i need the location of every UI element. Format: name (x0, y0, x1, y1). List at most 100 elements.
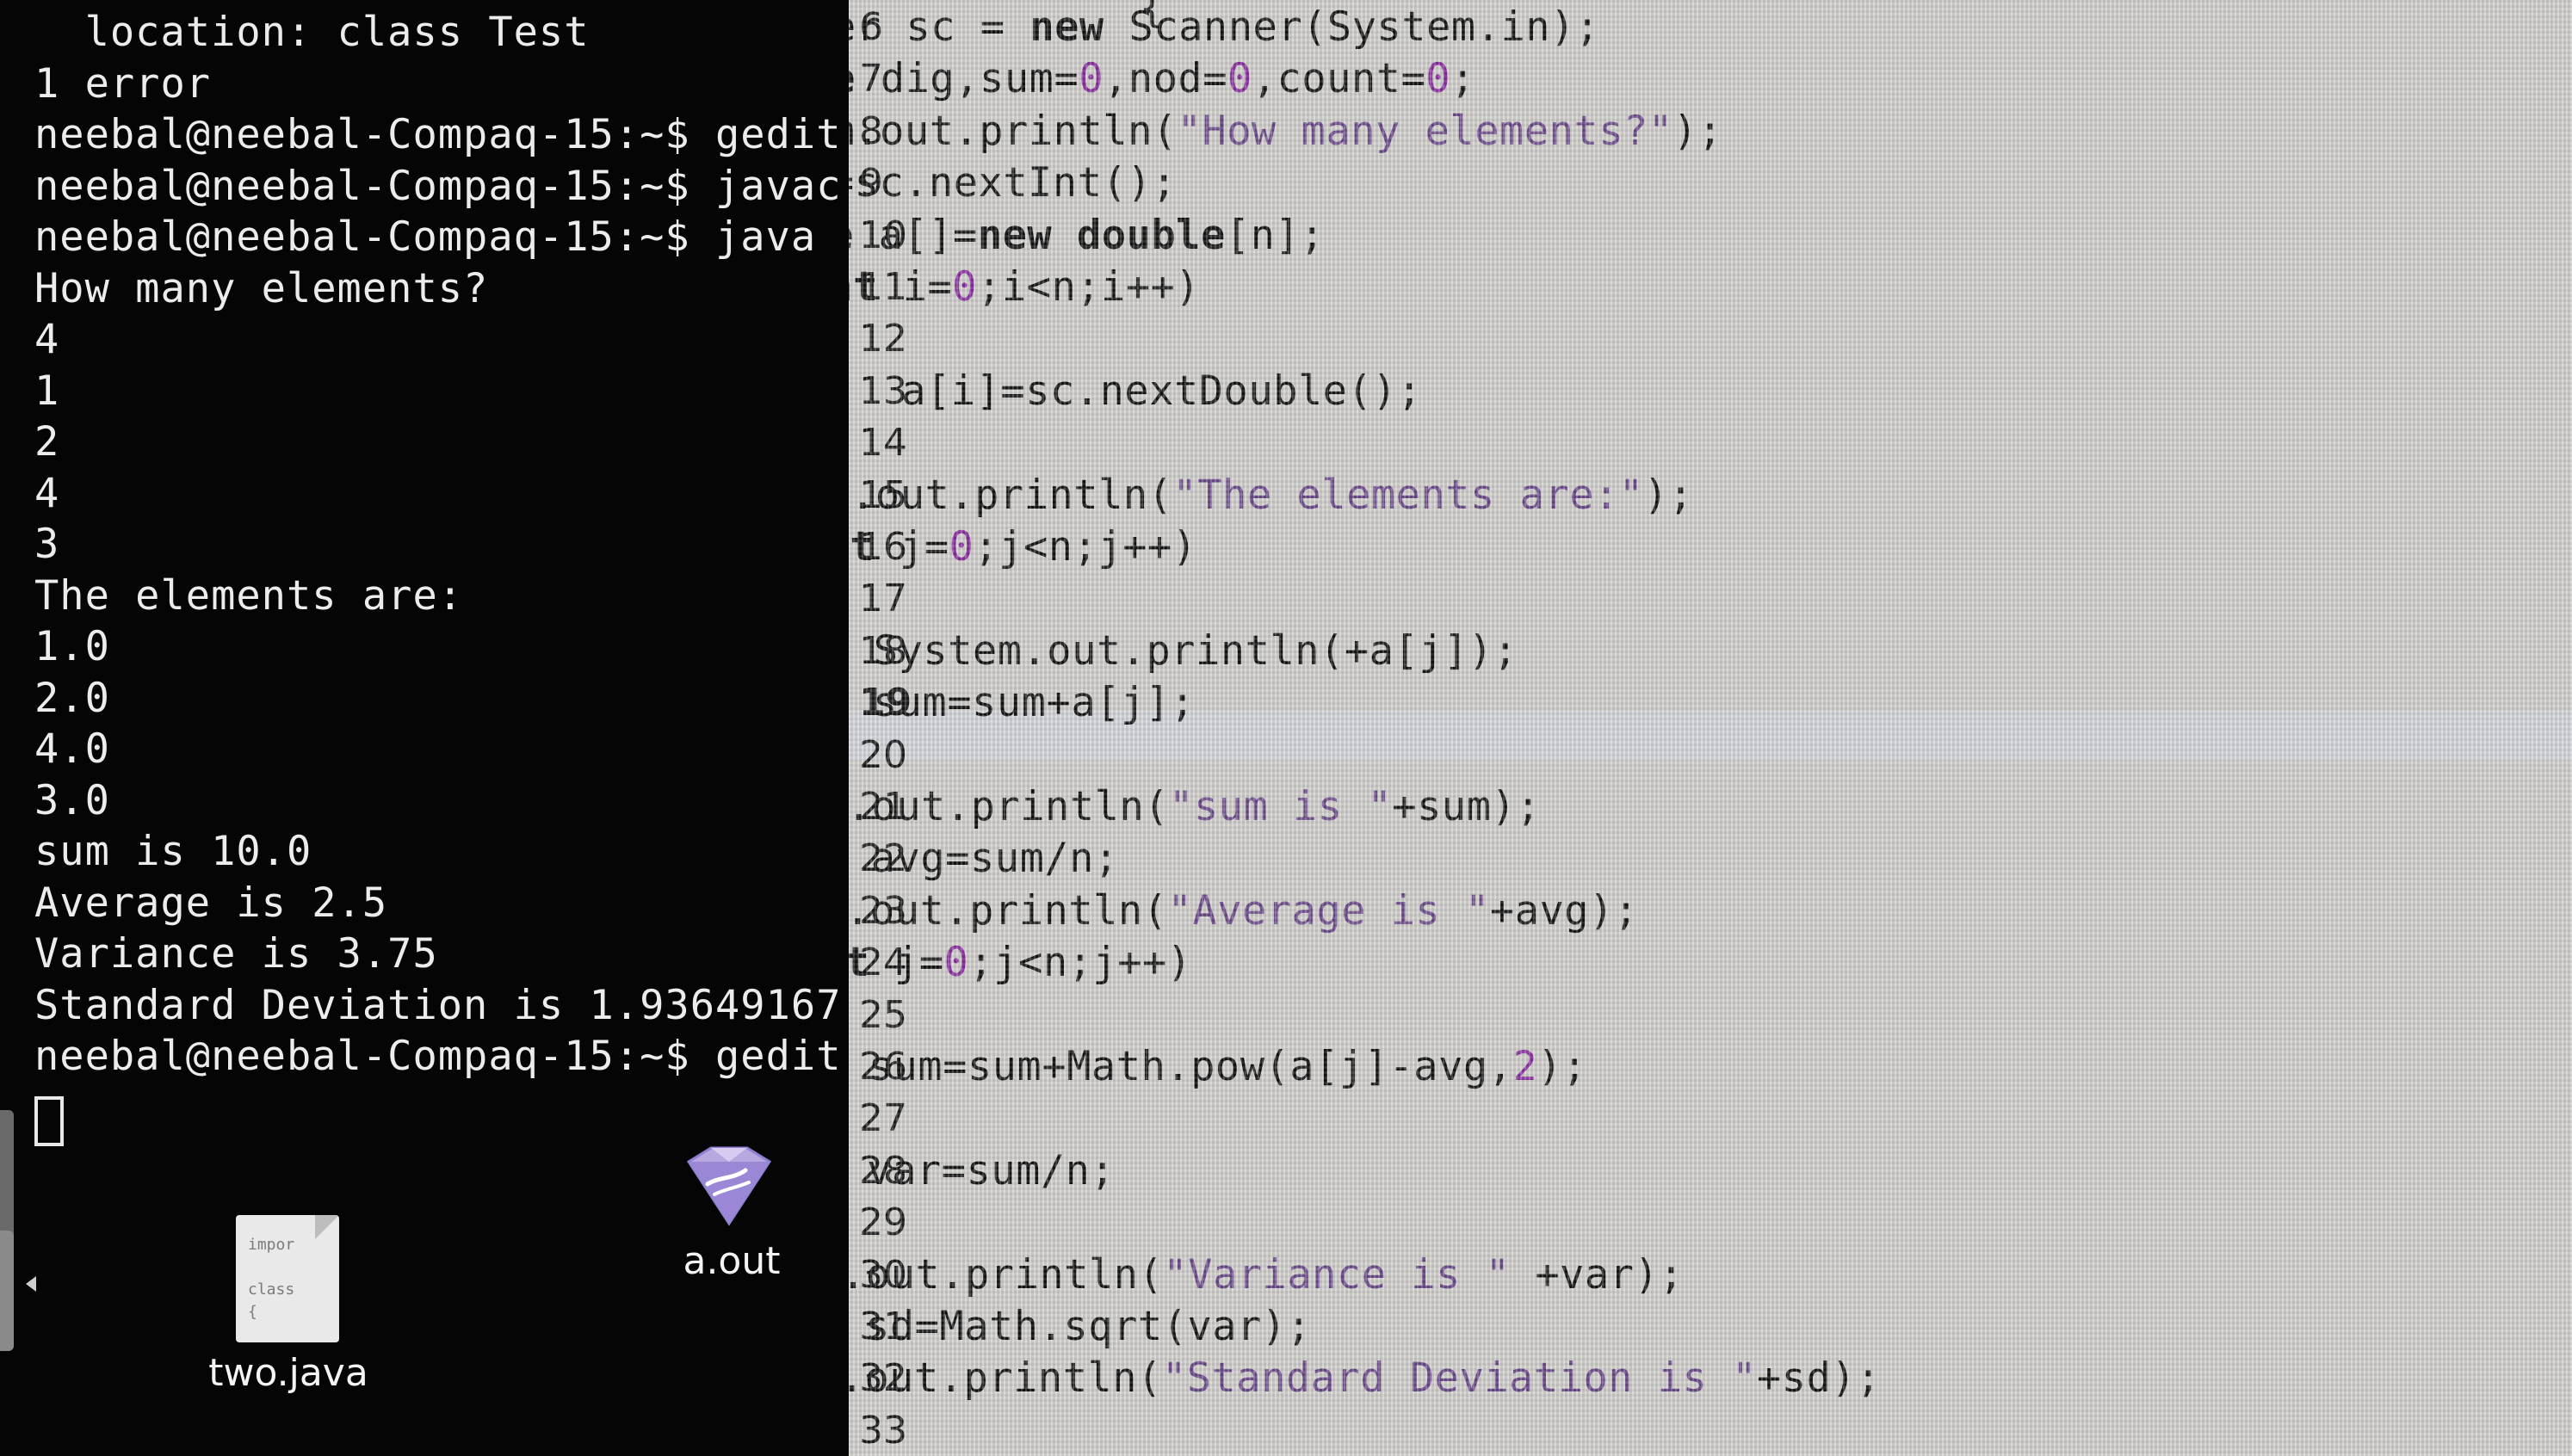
launcher-arrow-icon (26, 1276, 36, 1292)
code-line[interactable]: for(int j=0;j<n;j++) (849, 521, 1197, 573)
terminal-line: 2.0 (34, 674, 110, 722)
code-line[interactable]: double avg=sum/n; (849, 833, 1119, 885)
terminal-line: 1.0 (34, 623, 110, 670)
code-token: System.out.println( (849, 1354, 1162, 1403)
code-token: ; (1450, 55, 1475, 103)
string-token: "Variance is " (1163, 1250, 1511, 1299)
executable-gem-icon[interactable] (673, 1144, 785, 1227)
code-line[interactable]: System.out.println("How many elements?")… (849, 106, 1722, 157)
terminal-line: 3.0 (34, 776, 110, 824)
terminal-line: 2 (34, 418, 60, 466)
code-line[interactable]: sum=sum+a[j]; (849, 677, 1195, 729)
code-line[interactable]: System.out.println("The elements are:"); (849, 470, 1693, 521)
terminal-line: 1 error (34, 59, 212, 108)
java-file-icon[interactable]: impor class { (236, 1215, 339, 1342)
code-line[interactable]: double sd=Math.sqrt(var); (849, 1301, 1311, 1353)
terminal-line: 4 (34, 316, 60, 363)
code-token: sum=sum+Math.pow(a[j]-avg, (868, 1043, 1513, 1090)
terminal-line: Standard Deviation is 1.93649167 (34, 981, 842, 1029)
terminal-line: sum is 10.0 (34, 828, 312, 875)
code-line[interactable]: System.out.println(+a[j]); (849, 626, 1518, 677)
code-token: ,count= (1252, 55, 1426, 103)
number-token: 0 (943, 939, 969, 987)
terminal-cursor (34, 1096, 64, 1146)
gedit-editor[interactable]: { 6 7 8 9 10 11 12 13 14 15 16 17 18 19 20 21 22 23 24 25 26… (849, 0, 2572, 1456)
launcher-edge-lower[interactable] (0, 1231, 14, 1351)
line-number: 29 (859, 1200, 907, 1245)
line-number: 20 (859, 732, 907, 777)
keyword-token: int (849, 939, 870, 987)
code-token: ); (1537, 1043, 1587, 1090)
terminal-line: location: class Test (34, 9, 590, 56)
code-token: +avg); (1489, 886, 1639, 935)
code-line[interactable]: System.out.println("Variance is " +var); (849, 1249, 1684, 1301)
code-token: System.out.println( (849, 783, 1170, 830)
terminal-line: Variance is 3.75 (34, 930, 438, 978)
line-number: 25 (859, 992, 907, 1037)
code-token: ;i<n;i++) (977, 263, 1201, 311)
string-token: "Standard Deviation is " (1161, 1354, 1758, 1403)
code-line[interactable]: System.out.println("sum is "+sum); (849, 781, 1541, 833)
line-number: 33 (859, 1408, 907, 1453)
code-token: sd=Math.sqrt(var); (849, 1303, 1312, 1350)
code-line[interactable]: sum=sum+Math.pow(a[j]-avg,2); (849, 1041, 1587, 1093)
code-token: System.out.println(+a[j]); (873, 626, 1518, 675)
code-line[interactable]: double dig,sum=0,nod=0,count=0; (849, 53, 1475, 105)
code-token: System.out.println( (849, 886, 1168, 935)
launcher-edge[interactable] (0, 1110, 14, 1239)
code-line[interactable]: for(int i=0;i<n;i++) (849, 262, 1200, 313)
code-token: ;j<n;j++) (974, 523, 1197, 571)
number-token: 0 (949, 523, 974, 571)
code-line[interactable]: double a[]=new double[n]; (849, 210, 1325, 262)
terminal-line: neebal@neebal-Compaq-15:~$ gedit (34, 111, 842, 158)
code-token: System.out.println( (849, 1250, 1164, 1299)
code-line[interactable]: System.out.println("Standard Deviation i… (849, 1353, 1881, 1404)
code-token: ,nod= (1104, 55, 1227, 103)
code-token: Scanner sc = (849, 3, 1005, 51)
line-number: 12 (859, 317, 907, 361)
code-token: a[i]=sc.nextDouble(); (901, 367, 1422, 415)
keyword-token: new (977, 211, 1053, 259)
code-line[interactable]: for(int j=0;j<n;j++) (849, 937, 1192, 989)
keyword-token: double (849, 55, 856, 102)
code-line[interactable]: int n=sc.nextInt(); (849, 157, 1177, 209)
code-token: var=sum/n; (849, 1146, 1116, 1194)
terminal-line: neebal@neebal-Compaq-15:~$ java (34, 213, 817, 261)
terminal-line: 4 (34, 469, 60, 517)
code-token: ;j<n;j++) (968, 939, 1192, 987)
terminal-line: Average is 2.5 (34, 879, 388, 927)
keyword-token: new (1029, 3, 1104, 51)
number-token: 0 (1425, 55, 1451, 103)
keyword-token: double (1077, 211, 1226, 259)
string-token: "The elements are:" (1172, 471, 1644, 519)
code-token: Scanner(System.in); (1104, 3, 1600, 51)
string-token: "How many elements?" (1177, 107, 1673, 155)
code-line[interactable]: a[i]=sc.nextDouble(); (849, 366, 1422, 417)
string-token: "sum is " (1169, 783, 1393, 830)
code-token: j= (875, 523, 949, 571)
code-token: System.out.println( (849, 107, 1178, 155)
code-token: i= (877, 263, 953, 311)
keyword-token: int (849, 263, 878, 311)
code-token: ); (1643, 471, 1694, 519)
file-label[interactable]: two.java (172, 1351, 405, 1395)
terminal-window[interactable]: location: class Test 1 error neebal@neebal… (0, 0, 852, 1456)
code-token: System.out.println( (849, 471, 1173, 519)
code-token: dig,sum= (856, 55, 1079, 103)
code-line[interactable]: Scanner sc = new Scanner(System.in); (849, 2, 1600, 53)
terminal-line: The elements are: (34, 571, 464, 620)
code-token: avg=sum/n; (849, 835, 1119, 883)
terminal-line: How many elements? (34, 264, 489, 312)
number-token: 0 (1227, 55, 1252, 103)
executable-label[interactable]: a.out (654, 1239, 809, 1283)
code-token: +sum); (1392, 783, 1541, 830)
code-token: ); (1672, 107, 1723, 155)
line-number: 14 (859, 421, 907, 466)
code-line[interactable]: double var=sum/n; (849, 1145, 1115, 1197)
keyword-token: int (849, 523, 875, 571)
code-token: sum=sum+a[j]; (872, 679, 1196, 727)
terminal-line: neebal@neebal-Compaq-15:~$ javac (34, 162, 842, 210)
code-token: +sd); (1757, 1354, 1881, 1403)
code-line[interactable]: System.out.println("Average is "+avg); (849, 885, 1639, 937)
